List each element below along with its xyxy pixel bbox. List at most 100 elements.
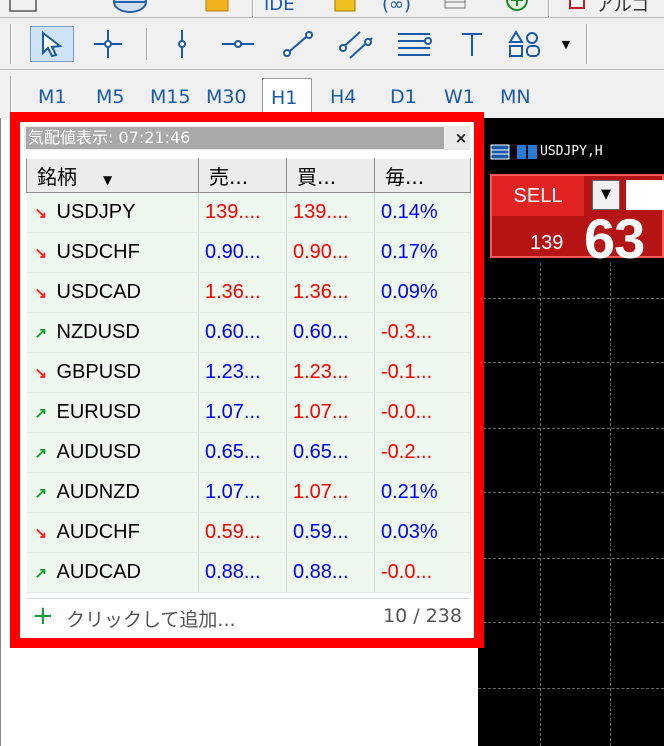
- timeframe-m5[interactable]: M5: [96, 86, 124, 108]
- daily-change-cell[interactable]: 0.03%: [374, 512, 471, 553]
- table-row[interactable]: ↗ AUDCAD 0.88... 0.88... -0.0...: [26, 552, 471, 593]
- timeframe-m30[interactable]: M30: [206, 86, 247, 108]
- daily-change-cell[interactable]: -0.0...: [374, 392, 471, 433]
- symbol-cell[interactable]: ↗ NZDUSD: [26, 312, 199, 353]
- ask-cell[interactable]: 1.23...: [286, 352, 375, 393]
- timeframe-m1[interactable]: M1: [38, 86, 66, 108]
- timeframe-w1[interactable]: W1: [444, 86, 475, 108]
- ellipsis-label[interactable]: (∞): [382, 0, 411, 16]
- close-icon[interactable]: ×: [452, 126, 470, 150]
- bid-cell[interactable]: 1.07...: [198, 472, 287, 513]
- bid-cell[interactable]: 1.23...: [198, 352, 287, 393]
- add-symbol-row[interactable]: + クリックして追加... 10 / 238: [26, 598, 470, 634]
- trendline-icon[interactable]: [278, 26, 318, 62]
- toolbar-separator: [146, 28, 148, 60]
- daily-change-cell[interactable]: -0.0...: [374, 552, 471, 593]
- bid-cell[interactable]: 1.36...: [198, 272, 287, 313]
- table-row[interactable]: ↘ AUDCHF 0.59... 0.59... 0.03%: [26, 512, 471, 553]
- dropdown-icon[interactable]: ▼: [556, 32, 576, 56]
- column-header-daily-change[interactable]: 毎...: [374, 158, 471, 193]
- symbol-cell[interactable]: ↗ AUDNZD: [26, 472, 199, 513]
- symbol-cell[interactable]: ↘ USDJPY: [26, 192, 199, 233]
- daily-change-cell[interactable]: -0.1...: [374, 352, 471, 393]
- chart-icon[interactable]: [6, 0, 40, 16]
- symbol-cell[interactable]: ↘ GBPUSD: [26, 352, 199, 393]
- trend-down-icon: ↘: [34, 205, 48, 222]
- algo-text: アルゴ: [596, 0, 650, 16]
- ask-cell[interactable]: 0.60...: [286, 312, 375, 353]
- timeframe-mn[interactable]: MN: [500, 86, 531, 108]
- sell-price-main: 63: [584, 207, 645, 270]
- table-row[interactable]: ↗ AUDUSD 0.65... 0.65... -0.2...: [26, 432, 471, 473]
- bid-cell[interactable]: 0.65...: [198, 432, 287, 473]
- bid-cell[interactable]: 0.90...: [198, 232, 287, 273]
- daily-change-cell[interactable]: 0.14%: [374, 192, 471, 233]
- ask-cell[interactable]: 0.90...: [286, 232, 375, 273]
- timeframe-d1[interactable]: D1: [390, 86, 417, 108]
- bid-cell[interactable]: 0.88...: [198, 552, 287, 593]
- daily-change-cell[interactable]: 0.09%: [374, 272, 471, 313]
- ask-cell[interactable]: 139....: [286, 192, 375, 233]
- text-icon[interactable]: [454, 26, 490, 62]
- symbol-cell[interactable]: ↗ AUDCAD: [26, 552, 199, 593]
- cursor-icon[interactable]: [30, 26, 74, 62]
- shapes-icon[interactable]: [504, 26, 544, 62]
- bid-cell[interactable]: 139....: [198, 192, 287, 233]
- daily-change-cell[interactable]: -0.3...: [374, 312, 471, 353]
- parallel-channel-icon[interactable]: [334, 26, 378, 62]
- symbol-name: USDCHF: [56, 241, 140, 263]
- table-row[interactable]: ↘ USDCHF 0.90... 0.90... 0.17%: [26, 232, 471, 273]
- table-row[interactable]: ↗ AUDNZD 1.07... 1.07... 0.21%: [26, 472, 471, 513]
- ask-cell[interactable]: 0.65...: [286, 432, 375, 473]
- autotrading-icon[interactable]: [330, 0, 360, 16]
- folder-icon[interactable]: [200, 0, 234, 16]
- fibonacci-icon[interactable]: [392, 26, 436, 62]
- timeframe-toolbar: M1 M5 M15 M30 H1 H4 D1 W1 MN: [0, 70, 664, 118]
- trend-down-icon: ↘: [34, 245, 48, 262]
- algo-label[interactable]: アルゴ: [596, 0, 649, 16]
- vertical-line-icon[interactable]: [166, 26, 198, 62]
- new-order-icon[interactable]: [500, 0, 534, 16]
- crosshair-icon[interactable]: [90, 26, 126, 62]
- algo-icon[interactable]: [566, 0, 590, 16]
- add-symbol-label: クリックして追加...: [66, 609, 236, 631]
- symbol-name: USDCAD: [56, 281, 141, 303]
- chart-window[interactable]: USDJPY,H SELL ▼ 139 63: [478, 118, 664, 746]
- column-header-bid[interactable]: 売...: [198, 158, 287, 193]
- symbol-name: AUDCHF: [56, 521, 140, 543]
- globe-icon[interactable]: [110, 0, 150, 16]
- market-watch-titlebar[interactable]: 気配値表示: 07:21:46 ×: [24, 126, 470, 150]
- chart-ea-icon: [517, 145, 537, 159]
- column-header-symbol[interactable]: 銘柄 ▼: [26, 158, 199, 193]
- table-row[interactable]: ↗ EURUSD 1.07... 1.07... -0.0...: [26, 392, 471, 433]
- symbol-cell[interactable]: ↗ EURUSD: [26, 392, 199, 433]
- grid-line: [478, 492, 664, 493]
- symbol-cell[interactable]: ↘ USDCAD: [26, 272, 199, 313]
- table-row[interactable]: ↘ USDJPY 139.... 139.... 0.14%: [26, 192, 471, 233]
- daily-change-cell[interactable]: 0.17%: [374, 232, 471, 273]
- table-row[interactable]: ↘ GBPUSD 1.23... 1.23... -0.1...: [26, 352, 471, 393]
- table-row[interactable]: ↘ USDCAD 1.36... 1.36... 0.09%: [26, 272, 471, 313]
- ask-cell[interactable]: 0.88...: [286, 552, 375, 593]
- ask-cell[interactable]: 1.07...: [286, 472, 375, 513]
- sell-button[interactable]: SELL: [492, 176, 584, 216]
- timeframe-m15[interactable]: M15: [150, 86, 191, 108]
- ide-button[interactable]: IDE: [264, 0, 295, 16]
- timeframe-h4[interactable]: H4: [330, 86, 356, 108]
- ask-cell[interactable]: 1.36...: [286, 272, 375, 313]
- bid-cell[interactable]: 0.60...: [198, 312, 287, 353]
- symbol-count: 10 / 238: [383, 605, 462, 627]
- symbol-cell[interactable]: ↘ AUDCHF: [26, 512, 199, 553]
- daily-change-cell[interactable]: 0.21%: [374, 472, 471, 513]
- bid-cell[interactable]: 0.59...: [198, 512, 287, 553]
- symbol-cell[interactable]: ↗ AUDUSD: [26, 432, 199, 473]
- history-icon[interactable]: [440, 0, 470, 16]
- horizontal-line-icon[interactable]: [218, 26, 258, 62]
- bid-cell[interactable]: 1.07...: [198, 392, 287, 433]
- ask-cell[interactable]: 0.59...: [286, 512, 375, 553]
- daily-change-cell[interactable]: -0.2...: [374, 432, 471, 473]
- symbol-cell[interactable]: ↘ USDCHF: [26, 232, 199, 273]
- ask-cell[interactable]: 1.07...: [286, 392, 375, 433]
- column-header-ask[interactable]: 買...: [286, 158, 375, 193]
- table-row[interactable]: ↗ NZDUSD 0.60... 0.60... -0.3...: [26, 312, 471, 353]
